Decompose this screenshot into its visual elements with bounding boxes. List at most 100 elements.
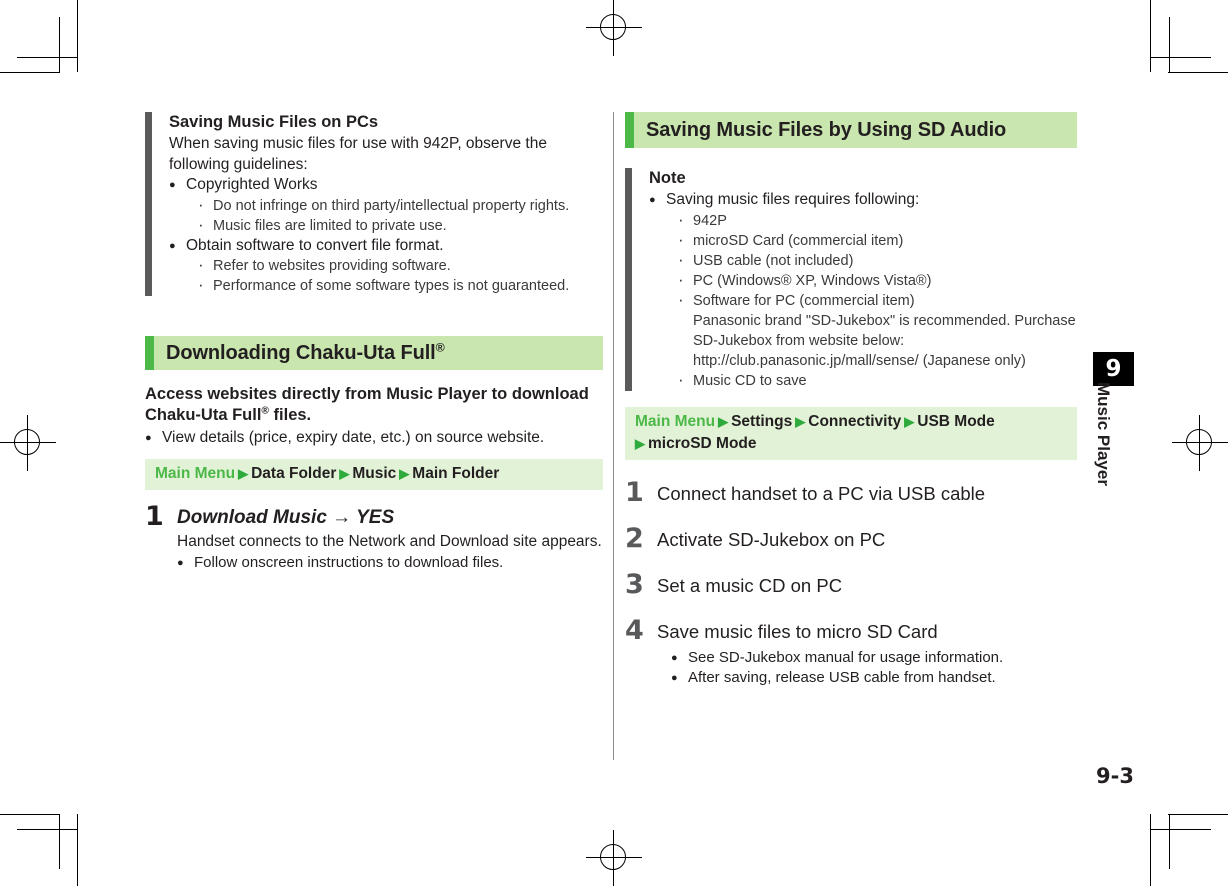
registered-trademark-icon: ® — [261, 405, 269, 417]
step-bullet-list: See SD-Jukebox manual for usage informat… — [671, 648, 1077, 689]
menu-path-bar-right[interactable]: Main Menu ▶ Settings ▶ Connectivity ▶ USB Mode… — [625, 406, 1077, 460]
crop-mark-top-left-horizontal-outer — [0, 72, 60, 73]
chevron-right-icon: ▶ — [399, 465, 410, 481]
step-4-right: 4 Save music files to micro SD Card See … — [625, 615, 1077, 689]
menu-path-bar-left[interactable]: Main Menu ▶ Data Folder ▶ Music ▶ Main Folder — [145, 458, 603, 490]
registered-trademark-icon: ® — [435, 339, 445, 354]
menu-path-item-4[interactable]: microSD Mode — [648, 435, 757, 452]
note-bullet-list: Copyrighted Works Do not infringe on thi… — [169, 175, 603, 296]
list-item: Performance of some software types is no… — [196, 275, 603, 296]
menu-path-item-1[interactable]: Data Folder — [251, 465, 336, 482]
section-heading-label: Downloading Chaku-Uta Full — [166, 341, 436, 364]
bullet-label: View details (price, expiry date, etc.) … — [162, 429, 545, 446]
chevron-right-icon: ▶ — [635, 435, 645, 451]
note-title: Saving Music Files on PCs — [169, 113, 379, 131]
lead-line-2-a: Chaku-Uta Full — [145, 406, 262, 424]
crop-mark-bottom-right-vertical-outer — [1150, 814, 1151, 886]
list-item: Obtain software to convert file format. — [169, 236, 603, 257]
chapter-title-vertical: Music Player — [1094, 382, 1113, 486]
note-title: Note — [649, 169, 686, 187]
list-item: Do not infringe on third party/intellect… — [196, 195, 603, 216]
menu-path-item-3[interactable]: USB Mode — [917, 413, 995, 430]
sub-item-text: USB cable (not included) — [693, 252, 854, 269]
crop-mark-top-right-horizontal-outer — [1168, 72, 1228, 73]
crop-mark-bottom-right-vertical-inner — [1169, 814, 1170, 869]
heading-accent-bar — [625, 112, 634, 148]
list-item: Refer to websites providing software. — [196, 255, 603, 276]
sub-item-text: Music CD to save — [693, 372, 807, 389]
crop-mark-bottom-right-horizontal-inner — [1151, 829, 1211, 830]
list-item: Music files are limited to private use. — [196, 215, 603, 236]
section-heading-downloading-chaku-uta-full: Downloading Chaku-Uta Full® — [145, 336, 603, 370]
menu-path-item-3[interactable]: Main Folder — [412, 465, 499, 482]
step-1-left: 1 Download Music → YES Handset connects … — [145, 501, 603, 575]
bullet-label: Obtain software to convert file format. — [186, 236, 444, 254]
registration-mark-bottom-center — [586, 830, 642, 886]
registration-mark-right-middle — [1172, 415, 1228, 471]
sub-item-text: Performance of some software types is no… — [213, 278, 570, 294]
section-heading-saving-music-files-sd-audio: Saving Music Files by Using SD Audio — [625, 112, 1077, 148]
step-title: Set a music CD on PC — [657, 574, 843, 596]
step-number: 2 — [625, 522, 644, 554]
menu-path-item-2[interactable]: Connectivity — [808, 413, 901, 430]
chevron-right-icon: ▶ — [339, 465, 350, 481]
list-item: microSD Card (commercial item) — [676, 230, 1077, 251]
sub-item-continuation: SD-Jukebox from website below: — [693, 332, 905, 349]
crop-mark-top-left-vertical-inner — [59, 17, 60, 72]
chevron-right-icon: ▶ — [238, 465, 249, 481]
list-item: PC (Windows® XP, Windows Vista®) — [676, 270, 1077, 291]
list-item: See SD-Jukebox manual for usage informat… — [671, 648, 1077, 669]
list-item: Software for PC (commercial item) Panaso… — [676, 290, 1077, 371]
section-lead-bullets: View details (price, expiry date, etc.) … — [145, 428, 603, 449]
page-number: 9-3 — [1096, 764, 1134, 788]
registration-mark-top-center — [586, 0, 642, 56]
step-number: 1 — [625, 476, 644, 508]
left-column: Saving Music Files on PCs When saving mu… — [145, 112, 603, 575]
list-item: Saving music files requires following: — [649, 190, 1077, 211]
section-heading-text: Downloading Chaku-Uta Full® — [154, 339, 445, 365]
sub-item-text: 942P — [693, 212, 727, 229]
list-item: Music CD to save — [676, 370, 1077, 391]
sub-item-text: PC (Windows® XP, Windows Vista®) — [693, 272, 932, 289]
list-item: USB cable (not included) — [676, 250, 1077, 271]
chevron-right-icon: ▶ — [718, 413, 729, 429]
step-number: 4 — [625, 614, 644, 646]
note-block-saving-music-files-on-pcs: Saving Music Files on PCs When saving mu… — [145, 112, 603, 296]
list-item: Follow onscreen instructions to download… — [177, 553, 603, 574]
column-divider — [613, 112, 614, 760]
note-bullet-list: Saving music files requires following: 9… — [649, 190, 1077, 391]
menu-path-root[interactable]: Main Menu — [155, 465, 235, 482]
step-1-right: 1 Connect handset to a PC via USB cable — [625, 477, 1077, 508]
step-title: Save music files to micro SD Card — [657, 620, 938, 642]
step-number: 3 — [625, 568, 644, 600]
chevron-right-icon: ▶ — [904, 413, 915, 429]
menu-path-root[interactable]: Main Menu — [635, 413, 715, 430]
right-column: Saving Music Files by Using SD Audio Not… — [625, 112, 1077, 689]
sub-item-text: Refer to websites providing software. — [213, 258, 451, 274]
step-number: 1 — [145, 500, 164, 532]
registration-mark-left-middle — [0, 415, 56, 471]
step-bullet-list: Follow onscreen instructions to download… — [177, 553, 603, 574]
list-item: Copyrighted Works — [169, 175, 603, 196]
menu-path-item-2[interactable]: Music — [352, 465, 396, 482]
sub-item-text: Music files are limited to private use. — [213, 217, 447, 234]
step-2-right: 2 Activate SD-Jukebox on PC — [625, 523, 1077, 554]
crop-mark-top-right-vertical-inner — [1169, 17, 1170, 72]
crop-mark-bottom-left-horizontal-outer — [0, 814, 60, 815]
step-3-right: 3 Set a music CD on PC — [625, 569, 1077, 600]
bullet-label: Follow onscreen instructions to download… — [194, 554, 504, 571]
crop-mark-bottom-left-vertical-inner — [59, 814, 60, 869]
sub-item-continuation-url: http://club.panasonic.jp/mall/sense/ (Ja… — [693, 352, 1026, 369]
step-detail: Handset connects to the Network and Down… — [177, 532, 602, 550]
crop-mark-bottom-right-horizontal-outer — [1168, 814, 1228, 815]
sub-item-text: Do not infringe on third party/intellect… — [213, 197, 570, 214]
menu-path-item-1[interactable]: Settings — [731, 413, 792, 430]
chapter-number-tab: 9 — [1093, 352, 1134, 386]
sub-item-text: Software for PC (commercial item) — [693, 292, 915, 309]
step-title: Download Music → YES — [177, 506, 395, 528]
section-lead-paragraph: Access websites directly from Music Play… — [145, 384, 603, 426]
section-heading-text: Saving Music Files by Using SD Audio — [646, 118, 1007, 141]
sub-item-continuation: Panasonic brand "SD-Jukebox" is recommen… — [693, 312, 1076, 329]
note-paragraph: When saving music files for use with 942… — [169, 135, 547, 173]
